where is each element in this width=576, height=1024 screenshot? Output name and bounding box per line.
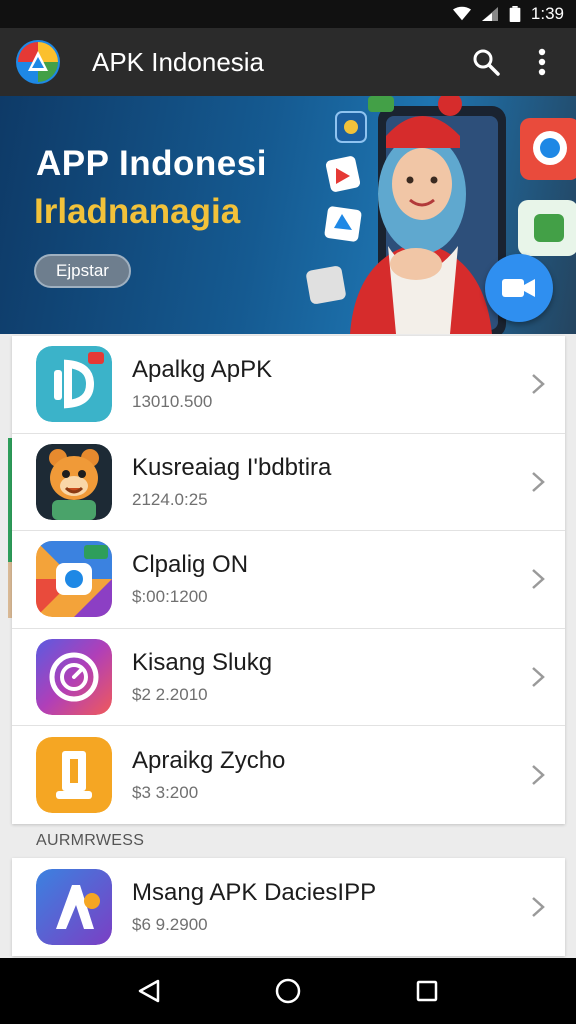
- overflow-menu-button[interactable]: [522, 42, 562, 82]
- home-icon: [275, 978, 301, 1004]
- letter-a-app-icon: [36, 869, 112, 945]
- chevron-right-icon: [523, 760, 553, 790]
- section-header: AURMRWESS: [36, 832, 145, 849]
- chevron-right-icon: [523, 564, 553, 594]
- clock-app-icon: [36, 639, 112, 716]
- app-meta: $2 2.2010: [132, 685, 208, 705]
- recents-button[interactable]: [405, 969, 449, 1013]
- chevron-right-icon: [523, 369, 553, 399]
- app-name: Clpalig ON: [132, 551, 249, 579]
- home-button[interactable]: [266, 969, 310, 1013]
- app-meta: $:00:1200: [132, 587, 208, 607]
- camera-app-icon: [36, 541, 112, 618]
- app-d-icon: [36, 346, 112, 423]
- featured-app-card: Msang APK DaciesIPP $6 9.2900: [12, 858, 565, 956]
- banner-button[interactable]: Ejpstar: [34, 254, 131, 288]
- list-item[interactable]: Apraikg Zycho $3 3:200: [12, 726, 565, 824]
- app-meta: $6 9.2900: [132, 915, 208, 934]
- screen: 1:39 APK Indonesia APP Indonesi Irladnan…: [0, 0, 576, 1024]
- clock-time: 1:39: [530, 4, 564, 23]
- app-meta: 2124.0:25: [132, 489, 208, 509]
- mascot-app-icon: [36, 443, 112, 520]
- back-button[interactable]: [127, 969, 171, 1013]
- chevron-right-icon: [523, 467, 553, 497]
- app-meta: $3 3:200: [132, 783, 199, 803]
- app-list-card: Apalkg ApPK 13010.500 Kusreaiag I'bdbtir…: [12, 336, 565, 824]
- list-item[interactable]: Clpalig ON $:00:1200: [12, 531, 565, 629]
- list-item[interactable]: Msang APK DaciesIPP $6 9.2900: [12, 858, 565, 956]
- search-icon: [473, 49, 500, 76]
- video-fab-button[interactable]: [485, 254, 553, 322]
- signal-icon: [481, 7, 498, 21]
- status-bar: 1:39: [0, 0, 576, 28]
- more-vert-icon: [538, 48, 546, 76]
- banner-subtitle: Irladnanagia: [34, 192, 241, 231]
- battery-icon: [509, 6, 521, 22]
- app-name: Kusreaiag I'bdbtira: [132, 453, 332, 481]
- app-name: Msang APK DaciesIPP: [132, 879, 377, 906]
- chevron-right-icon: [523, 892, 553, 922]
- list-item[interactable]: Kusreaiag I'bdbtira 2124.0:25: [12, 434, 565, 532]
- app-bar: APK Indonesia: [0, 28, 576, 96]
- system-nav-bar: [0, 958, 576, 1024]
- search-button[interactable]: [466, 42, 506, 82]
- wifi-icon: [452, 6, 471, 21]
- app-meta: 13010.500: [132, 392, 213, 412]
- list-item[interactable]: Apalkg ApPK 13010.500: [12, 336, 565, 434]
- back-icon: [139, 979, 160, 1003]
- apk-logo-icon[interactable]: [14, 38, 62, 86]
- document-app-icon: [36, 737, 112, 814]
- video-camera-icon: [502, 279, 535, 297]
- app-title: APK Indonesia: [92, 46, 265, 77]
- chevron-right-icon: [523, 662, 553, 692]
- banner-title: APP Indonesi: [36, 144, 267, 183]
- list-item[interactable]: Kisang Slukg $2 2.2010: [12, 629, 565, 727]
- recents-icon: [416, 980, 437, 1002]
- app-name: Apalkg ApPK: [132, 356, 273, 384]
- app-name: Apraikg Zycho: [132, 747, 286, 775]
- app-name: Kisang Slukg: [132, 649, 273, 677]
